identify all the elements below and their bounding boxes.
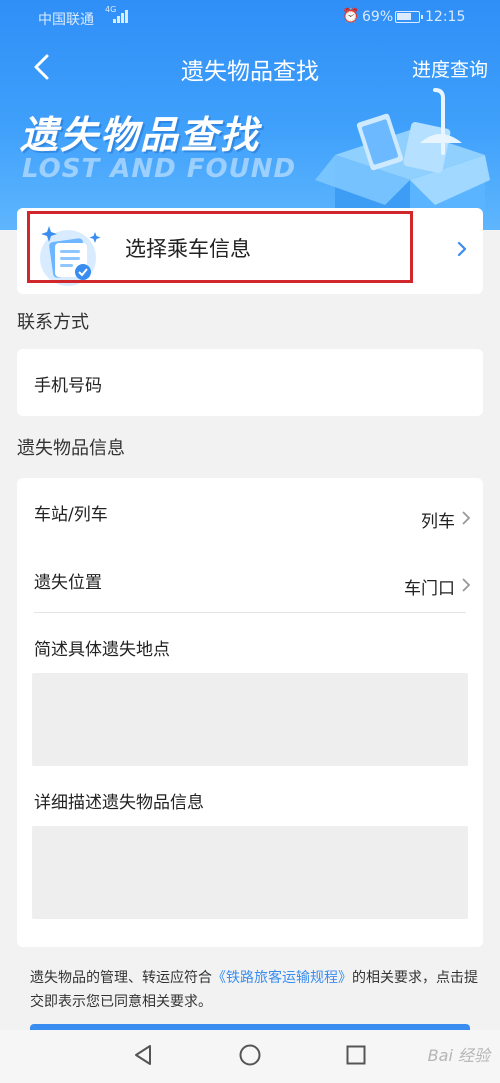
notice-prefix: 遗失物品的管理、转运应符合 [30,970,212,986]
back-triangle-icon[interactable] [131,1043,155,1067]
item-info-card: 车站/列车 列车 遗失位置 车门口 简述具体遗失地点 详细描述遗失物品信息 [17,478,483,947]
watermark-text: Bai 经验 [427,1046,490,1065]
battery-icon [395,11,423,23]
station-train-row[interactable]: 车站/列车 列车 [17,478,483,542]
contact-section-title: 联系方式 [17,312,89,333]
chevron-right-icon [457,241,467,257]
divider [34,612,466,613]
select-trip-card[interactable]: 选择乘车信息 [17,208,483,294]
terms-notice: 遗失物品的管理、转运应符合《铁路旅客运输规程》的相关要求，点击提交即表示您已同意… [30,966,478,1014]
item-detail-label: 详细描述遗失物品信息 [34,793,204,813]
lost-place-textarea[interactable] [32,673,468,766]
item-info-section-title: 遗失物品信息 [17,438,125,459]
lost-place-label: 简述具体遗失地点 [34,640,170,660]
ticket-info-icon [40,226,101,286]
lost-location-label: 遗失位置 [34,573,102,593]
lost-location-row[interactable]: 遗失位置 车门口 [17,542,483,608]
signal-icon [113,10,128,23]
phone-label: 手机号码 [34,376,102,396]
chevron-right-icon [462,578,471,592]
system-nav-bar: Bai 经验 [0,1030,500,1083]
phone-input[interactable] [137,369,457,395]
contact-card: 手机号码 [17,349,483,416]
alarm-icon: ⏰ [342,8,360,24]
carrier-name: 中国联通 [38,12,94,28]
item-detail-textarea[interactable] [32,826,468,919]
regulation-link[interactable]: 《铁路旅客运输规程》 [212,970,352,986]
header-banner: 中国联通 4G ⏰ 69% 12:15 遗失物品查找 进度查询 遗失物品查找 L… [0,0,500,230]
banner-subtitle: LOST AND FOUND [22,154,297,184]
progress-query-link[interactable]: 进度查询 [412,55,488,82]
station-train-value: 列车 [421,512,455,532]
battery-percent: 69% [362,9,394,25]
select-trip-label: 选择乘车信息 [125,237,251,261]
banner-title: 遗失物品查找 [20,113,261,157]
recents-square-icon[interactable] [344,1043,368,1067]
lost-location-value: 车门口 [404,579,455,599]
home-circle-icon[interactable] [238,1043,262,1067]
station-train-label: 车站/列车 [34,505,108,525]
clock: 12:15 [425,9,466,25]
chevron-right-icon [462,511,471,525]
status-bar: 中国联通 4G ⏰ 69% 12:15 [0,0,500,34]
